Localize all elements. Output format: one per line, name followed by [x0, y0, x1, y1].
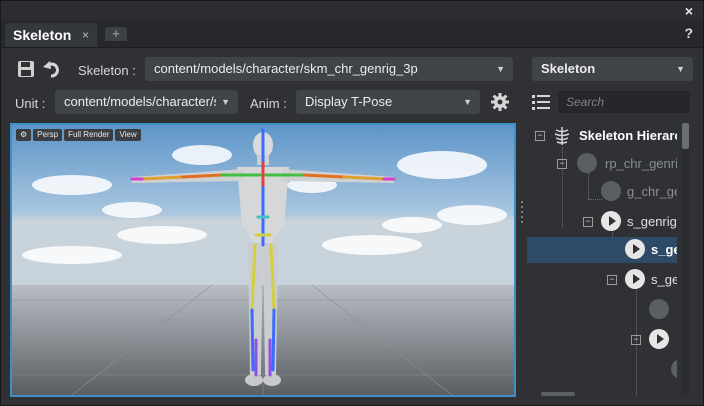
tree-label: Skeleton Hierarc [579, 128, 677, 143]
bone-node-icon [671, 359, 677, 379]
save-icon[interactable] [15, 58, 37, 80]
bone-node-icon [601, 181, 621, 201]
collapse-icon[interactable]: − [607, 275, 617, 285]
chevron-down-icon: ▼ [221, 97, 230, 107]
tab-skeleton[interactable]: Skeleton × [5, 23, 97, 47]
play-node-icon [649, 329, 669, 349]
gear-icon[interactable] [489, 91, 511, 113]
tree-horizontal-scrollbar[interactable] [541, 392, 575, 396]
play-node-icon [625, 269, 645, 289]
skeleton-hierarchy-tree: − Skeleton Hierarc − rp_chr_genri g_chr_… [527, 121, 677, 395]
splitter-handle[interactable] [520, 201, 524, 231]
search-input[interactable] [558, 91, 690, 113]
skeleton-label: Skeleton : [78, 63, 136, 78]
3d-viewport[interactable]: ⚙ Persp Full Render View [10, 123, 516, 397]
anim-label: Anim : [250, 96, 287, 111]
chevron-down-icon: ▼ [496, 64, 505, 74]
skeleton-window: × Skeleton × + ? Skeleton : content/mode… [0, 0, 704, 406]
viewport-settings-icon[interactable]: ⚙ [16, 129, 32, 141]
tree-row[interactable]: − [527, 327, 677, 353]
list-icon[interactable] [530, 91, 552, 113]
view-select-value: Skeleton [541, 61, 596, 76]
tree-row[interactable]: g_chr_ge [527, 179, 677, 205]
bone-node-icon [577, 153, 597, 173]
collapse-icon[interactable]: − [557, 159, 567, 169]
unit-select[interactable]: content/models/character/skm_chr_genrig_… [55, 90, 238, 114]
tree-row[interactable]: − s_genrig [527, 209, 677, 235]
tab-close-icon[interactable]: × [82, 23, 89, 47]
full-render-button[interactable]: Full Render [64, 129, 114, 141]
new-tab-button[interactable]: + [105, 27, 127, 41]
collapse-icon[interactable]: − [631, 335, 641, 345]
chevron-down-icon: ▼ [676, 64, 685, 74]
tree-row[interactable] [527, 357, 677, 383]
title-bar: × [1, 1, 703, 21]
view-select[interactable]: Skeleton ▼ [532, 57, 693, 81]
view-button[interactable]: View [115, 129, 141, 141]
undo-icon[interactable] [42, 58, 64, 80]
anim-select[interactable]: Display T-Pose ▼ [296, 90, 480, 114]
skeleton-icon [554, 127, 570, 145]
unit-select-value: content/models/character/skm_chr_genrig_… [64, 94, 216, 109]
viewport-scene [12, 125, 514, 395]
help-icon[interactable]: ? [684, 25, 693, 41]
tree-label: rp_chr_genri [605, 156, 677, 171]
skeleton-select-value: content/models/character/skm_chr_genrig_… [154, 61, 418, 76]
chevron-down-icon: ▼ [463, 97, 472, 107]
tree-row[interactable]: − s_ge [527, 267, 677, 293]
tree-label: s_genrig [627, 214, 677, 229]
tree-row-selected[interactable]: s_ge [527, 237, 677, 263]
tree-row[interactable]: − rp_chr_genri [527, 151, 677, 177]
tree-label: s_ge [651, 272, 677, 287]
tree-label: s_ge [651, 242, 677, 257]
tree-row-skeleton-hierarchy[interactable]: − Skeleton Hierarc [527, 123, 677, 149]
bone-node-icon [649, 299, 669, 319]
viewport-toolbar: ⚙ Persp Full Render View [16, 129, 141, 141]
collapse-icon[interactable]: − [535, 131, 545, 141]
unit-label: Unit : [15, 96, 46, 111]
tab-bar: Skeleton × + ? [1, 21, 703, 48]
play-node-icon [625, 239, 645, 259]
tree-label: g_chr_ge [627, 184, 677, 199]
skeleton-select[interactable]: content/models/character/skm_chr_genrig_… [145, 57, 513, 81]
tab-skeleton-label: Skeleton [13, 27, 72, 43]
persp-button[interactable]: Persp [33, 129, 63, 141]
tree-row[interactable] [527, 297, 677, 323]
anim-select-value: Display T-Pose [305, 94, 393, 109]
scrollbar-thumb[interactable] [682, 123, 689, 149]
tree-vertical-scrollbar[interactable] [682, 123, 689, 395]
play-node-icon [601, 211, 621, 231]
collapse-icon[interactable]: − [583, 217, 593, 227]
window-close-button[interactable]: × [685, 3, 693, 19]
